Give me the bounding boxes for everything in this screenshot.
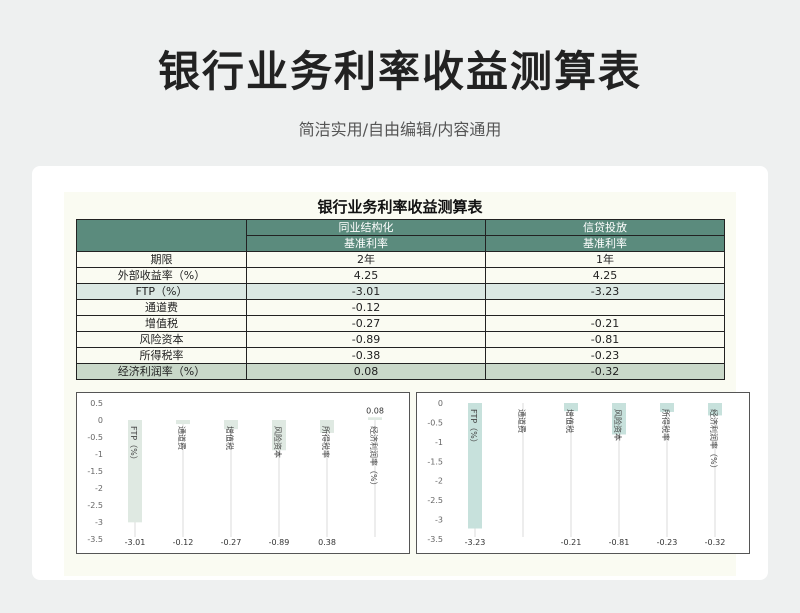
data-label: -0.27 [221,538,242,547]
y-tick-label: -2 [435,477,443,486]
cell-credit[interactable]: -0.21 [485,315,725,332]
y-tick-label: -2 [95,484,103,493]
category-label: 通道费 [517,409,527,433]
data-label: -0.12 [173,538,194,547]
cell-credit[interactable]: -3.23 [485,283,725,300]
y-tick-label: -0.5 [87,433,103,442]
data-label: -0.23 [657,538,678,547]
page-subtitle: 简洁实用/自由编辑/内容通用 [298,120,502,139]
row-label[interactable]: 经济利润率（%） [76,363,247,380]
y-tick-label: -2.5 [427,496,443,505]
y-tick-label: -3 [435,516,443,525]
cell-credit[interactable]: -0.23 [485,347,725,364]
col-group-2: 信贷投放 [485,219,725,236]
category-label: 增值税 [565,409,575,433]
rate-table: 同业结构化 信贷投放 基准利率 基准利率 期限 2年 1年 外部收益率（%） 4.25 4… [76,219,725,380]
category-label: 风险资本 [613,409,623,441]
data-label: 0.08 [366,406,384,415]
cell-structured[interactable]: -3.01 [246,283,486,300]
data-label: -3.23 [465,538,486,547]
category-label: 经济利润率（%） [709,409,719,473]
category-label: FTP（%） [129,426,138,464]
table-row: 经济利润率（%） 0.08 -0.32 [76,363,725,380]
data-label: 0.38 [318,538,336,547]
y-tick-label: -1 [95,450,103,459]
category-label: 经济利润率（%） [369,426,379,490]
table-row: 增值税 -0.27 -0.21 [76,315,725,332]
y-tick-label: 0 [438,399,443,408]
row-label[interactable]: 风险资本 [76,331,247,348]
data-label: -0.32 [705,538,726,547]
col-sub-1: 基准利率 [246,235,486,252]
cell-structured[interactable]: -0.12 [246,299,486,316]
category-label: 所得税率 [321,426,331,458]
page-title: 银行业务利率收益测算表 [157,47,642,96]
cell-credit[interactable]: -0.81 [485,331,725,348]
cell-structured[interactable]: -0.89 [246,331,486,348]
cell-credit[interactable] [485,299,725,316]
category-label: 所得税率 [661,409,671,441]
cell-structured[interactable]: 0.08 [246,363,486,380]
sheet-title: 银行业务利率收益测算表 [317,198,483,216]
y-tick-label: -3.5 [427,535,443,544]
cell-structured[interactable]: 4.25 [246,267,486,284]
y-tick-label: -0.5 [427,418,443,427]
row-label[interactable]: FTP（%） [76,283,247,300]
data-label: -0.21 [561,538,582,547]
table-row: 外部收益率（%） 4.25 4.25 [76,267,725,284]
cell-credit[interactable]: 4.25 [485,267,725,284]
row-label[interactable]: 外部收益率（%） [76,267,247,284]
corner-cell [76,219,247,252]
col-group-1: 同业结构化 [246,219,486,236]
table-row: 通道费 -0.12 [76,299,725,316]
bar [176,420,190,425]
chart-credit: 0 -0.5 -1 -1.5 -2 -2.5 -3 -3.5 FTP（%） -3.23 通道费 增值税… [416,392,750,554]
cell-credit[interactable]: 1年 [485,251,725,268]
row-label[interactable]: 期限 [76,251,247,268]
table-row: FTP（%） -3.01 -3.23 [76,283,725,300]
category-label: 增值税 [225,426,235,450]
y-tick-label: -3.5 [87,535,103,544]
cell-structured[interactable]: -0.27 [246,315,486,332]
chart-svg: 0 -0.5 -1 -1.5 -2 -2.5 -3 -3.5 FTP（%） -3.23 通道费 增值税… [427,399,726,547]
y-tick-label: -1 [435,438,443,447]
y-tick-label: 0.5 [90,399,103,408]
y-tick-label: -1.5 [427,457,443,466]
cell-structured[interactable]: -0.38 [246,347,486,364]
y-tick-label: -3 [95,518,103,527]
col-sub-2: 基准利率 [485,235,725,252]
data-label: -0.81 [609,538,630,547]
data-label: -0.89 [269,538,290,547]
category-label: 通道费 [177,426,187,450]
y-tick-label: -1.5 [87,467,103,476]
cell-structured[interactable]: 2年 [246,251,486,268]
bar [368,417,382,420]
row-label[interactable]: 通道费 [76,299,247,316]
table-row: 风险资本 -0.89 -0.81 [76,331,725,348]
table-row: 所得税率 -0.38 -0.23 [76,347,725,364]
chart-svg: 0.5 0 -0.5 -1 -1.5 -2 -2.5 -3 -3.5 FTP（%） -3.01 通道费… [87,399,384,547]
y-tick-label: -2.5 [87,501,103,510]
category-label: 风险资本 [273,426,283,458]
data-label: -3.01 [125,538,146,547]
category-label: FTP（%） [469,409,478,447]
y-tick-label: 0 [98,416,103,425]
row-label[interactable]: 增值税 [76,315,247,332]
row-label[interactable]: 所得税率 [76,347,247,364]
table-row: 期限 2年 1年 [76,251,725,268]
chart-structured: 0.5 0 -0.5 -1 -1.5 -2 -2.5 -3 -3.5 FTP（%） -3.01 通道费… [76,392,410,554]
cell-credit[interactable]: -0.32 [485,363,725,380]
